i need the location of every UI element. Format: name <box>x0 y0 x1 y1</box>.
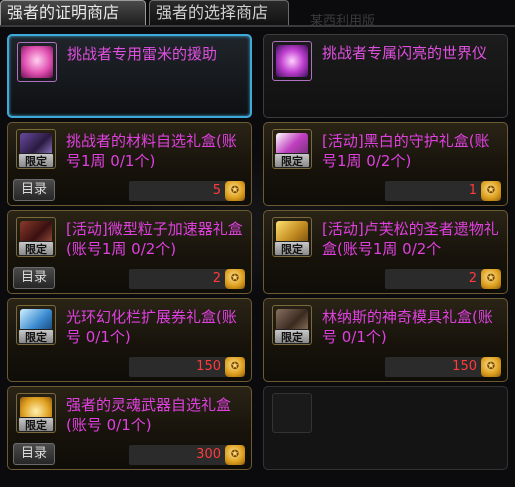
limited-badge: 限定 <box>274 329 310 344</box>
coin-icon: ✪ <box>225 357 245 377</box>
shop-item[interactable]: 限定 [活动]卢芙松的圣者遗物礼盒(账号1周 0/2个 2 ✪ <box>263 210 508 294</box>
item-name: 挑战者的材料自选礼盒(账号1周 0/1个) <box>66 132 237 170</box>
header-deco-text: 某西利用版 <box>310 14 376 26</box>
item-icon: 限定 <box>272 217 312 257</box>
item-name: 挑战者专属闪亮的世界仪 <box>322 44 488 62</box>
shop-item[interactable]: 限定 光环幻化栏扩展券礼盒(账号 0/1个) 150 ✪ <box>7 298 252 382</box>
shop-item[interactable]: 限定 强者的灵魂武器自选礼盒(账号 0/1个) 目录 300 ✪ <box>7 386 252 470</box>
item-icon: 限定 <box>16 217 56 257</box>
item-icon: 限定 <box>16 305 56 345</box>
coin-icon: ✪ <box>225 269 245 289</box>
limited-badge: 限定 <box>18 329 54 344</box>
tab-choice-shop[interactable]: 强者的选择商店 <box>149 0 289 25</box>
limited-badge: 限定 <box>274 241 310 256</box>
limited-badge: 限定 <box>18 417 54 432</box>
empty-item-slot <box>263 386 508 470</box>
item-name: 挑战者专用雷米的援助 <box>67 45 218 63</box>
limited-badge: 限定 <box>18 153 54 168</box>
item-name: 光环幻化栏扩展券礼盒(账号 0/1个) <box>66 308 237 346</box>
item-name: [活动]卢芙松的圣者遗物礼盒(账号1周 0/2个 <box>322 220 499 258</box>
coin-icon: ✪ <box>225 445 245 465</box>
coin-icon: ✪ <box>481 269 501 289</box>
item-name: 林纳斯的神奇模具礼盒(账号 0/1个) <box>322 308 493 346</box>
empty-icon-slot <box>272 393 312 433</box>
item-icon: 限定 <box>272 305 312 345</box>
shop-item[interactable]: 限定 林纳斯的神奇模具礼盒(账号 0/1个) 150 ✪ <box>263 298 508 382</box>
item-name: [活动]黑白的守护礼盒(账号1周 0/2个) <box>322 132 490 170</box>
catalog-button[interactable]: 目录 <box>13 443 55 465</box>
shop-item[interactable]: 限定 [活动]微型粒子加速器礼盒(账号1周 0/2个) 目录 2 ✪ <box>7 210 252 294</box>
tab-proof-shop[interactable]: 强者的证明商店 <box>0 0 146 25</box>
shop-item[interactable]: 限定 [活动]黑白的守护礼盒(账号1周 0/2个) 1 ✪ <box>263 122 508 206</box>
catalog-button[interactable]: 目录 <box>13 179 55 201</box>
shop-item[interactable]: 挑战者专用雷米的援助 <box>7 34 252 118</box>
item-icon <box>272 41 312 81</box>
catalog-button[interactable]: 目录 <box>13 267 55 289</box>
item-name: 强者的灵魂武器自选礼盒(账号 0/1个) <box>66 396 232 434</box>
limited-badge: 限定 <box>18 241 54 256</box>
item-name: [活动]微型粒子加速器礼盒(账号1周 0/2个) <box>66 220 243 258</box>
limited-badge: 限定 <box>274 153 310 168</box>
coin-icon: ✪ <box>481 181 501 201</box>
shop-item[interactable]: 挑战者专属闪亮的世界仪 <box>263 34 508 118</box>
tab-divider <box>0 25 515 27</box>
coin-icon: ✪ <box>481 357 501 377</box>
item-icon: 限定 <box>272 129 312 169</box>
coin-icon: ✪ <box>225 181 245 201</box>
item-icon <box>17 42 57 82</box>
item-icon: 限定 <box>16 393 56 433</box>
item-icon: 限定 <box>16 129 56 169</box>
shop-item[interactable]: 限定 挑战者的材料自选礼盒(账号1周 0/1个) 目录 5 ✪ <box>7 122 252 206</box>
